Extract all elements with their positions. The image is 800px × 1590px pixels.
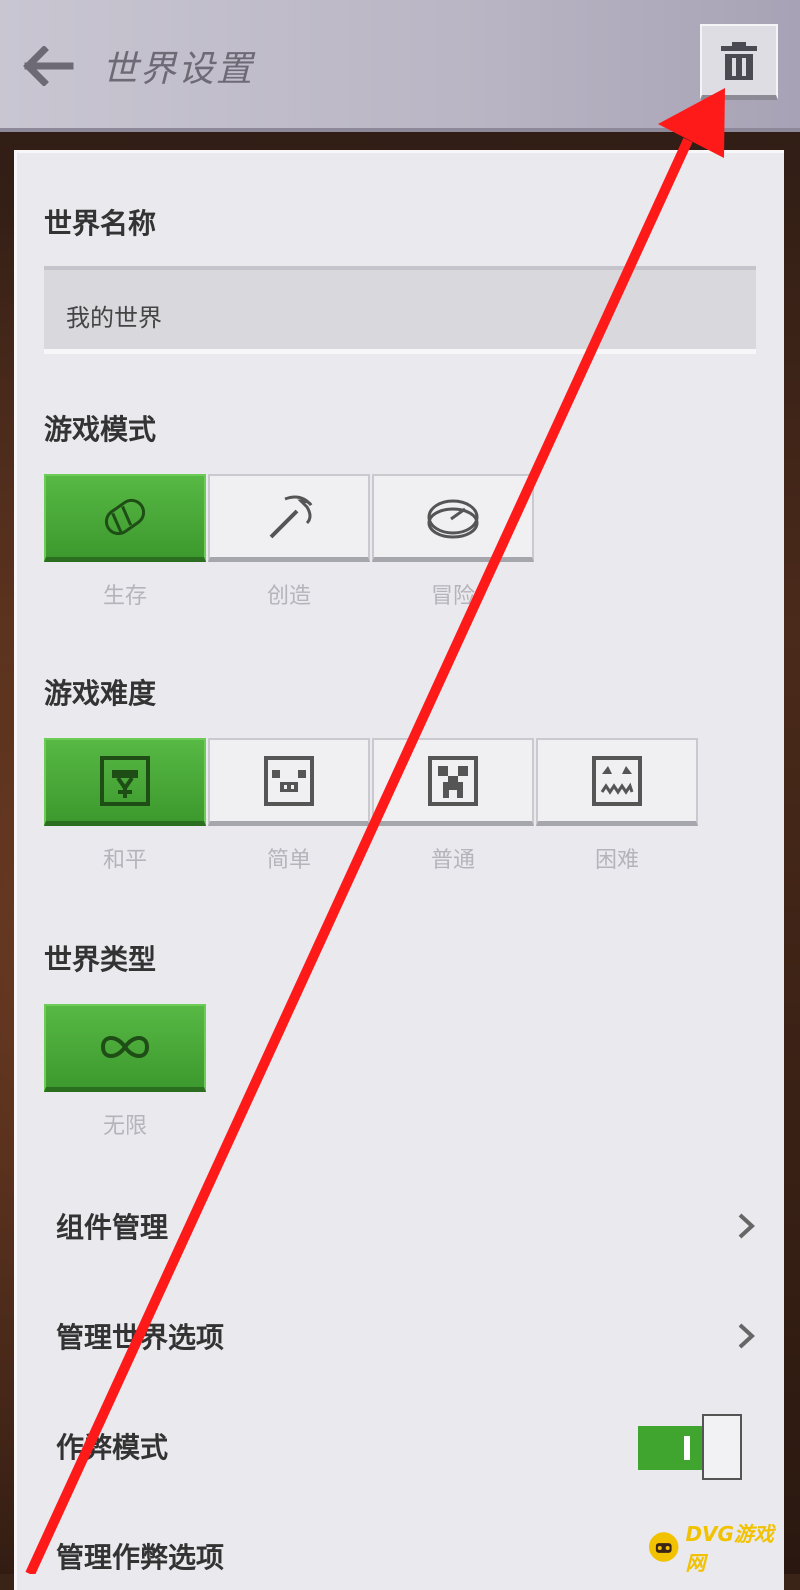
difficulty-label-peaceful: 和平: [102, 848, 147, 873]
game-mode-label-creative: 创造: [266, 584, 311, 609]
creeper-icon: [428, 755, 478, 806]
game-mode-creative-button[interactable]: [208, 474, 370, 562]
arrow-left-icon: [23, 46, 74, 86]
chevron-right-icon: [738, 1213, 755, 1239]
difficulty-normal-button[interactable]: [372, 738, 534, 826]
ghast-icon: [592, 755, 642, 806]
top-bar: 世界设置: [0, 0, 800, 132]
world-name-label: 世界名称: [44, 207, 157, 240]
difficulty-hard-button[interactable]: [536, 738, 698, 826]
addons-row[interactable]: 组件管理: [56, 1196, 756, 1256]
world-type-label: 世界类型: [44, 943, 157, 976]
toggle-on-mark: [684, 1436, 690, 1460]
game-mode-label-survival: 生存: [102, 584, 147, 609]
world-name-input[interactable]: 我的世界: [44, 266, 756, 354]
trash-icon: [721, 41, 757, 80]
game-mode-label: 游戏模式: [44, 413, 157, 446]
cheat-options-row-label: 管理作弊选项: [56, 1541, 225, 1574]
pickaxe-icon: [269, 495, 313, 538]
delete-world-button[interactable]: [700, 24, 778, 100]
infinity-icon: [100, 1035, 150, 1058]
pig-icon: [264, 755, 314, 806]
back-button[interactable]: [20, 38, 76, 94]
chevron-right-icon: [738, 1323, 755, 1349]
game-mode-adventure-button[interactable]: [372, 474, 534, 562]
difficulty-easy-button[interactable]: [208, 738, 370, 826]
difficulty-label-easy: 简单: [266, 848, 311, 873]
toggle-knob[interactable]: [702, 1414, 742, 1480]
game-mode-survival-button[interactable]: [44, 474, 206, 562]
difficulty-peaceful-button[interactable]: [44, 738, 206, 826]
world-type-label-infinite: 无限: [102, 1114, 147, 1139]
difficulty-label-hard: 困难: [594, 848, 639, 873]
compass-icon: [427, 499, 479, 538]
watermark-text: DVG游戏网: [685, 1522, 774, 1575]
peaceful-icon: [100, 755, 150, 806]
bread-icon: [104, 498, 146, 535]
addons-row-label: 组件管理: [56, 1211, 169, 1244]
controller-logo-icon: [648, 1532, 679, 1562]
world-options-row-label: 管理世界选项: [56, 1321, 225, 1354]
cheats-row-label: 作弊模式: [56, 1431, 169, 1464]
world-type-infinite-button[interactable]: [44, 1004, 206, 1092]
world-options-row[interactable]: 管理世界选项: [56, 1306, 756, 1366]
site-watermark: DVG游戏网: [648, 1522, 792, 1575]
difficulty-label: 游戏难度: [44, 677, 157, 710]
difficulty-label-normal: 普通: [430, 848, 475, 873]
page-title: 世界设置: [102, 49, 255, 90]
cheats-toggle[interactable]: [638, 1414, 744, 1482]
game-mode-label-adventure: 冒险: [430, 584, 475, 609]
